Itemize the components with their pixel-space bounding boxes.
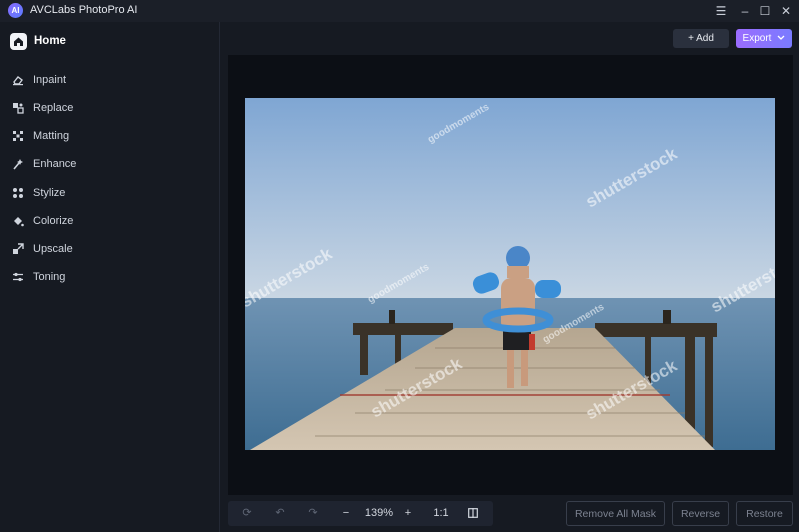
- export-button[interactable]: Export: [736, 29, 792, 48]
- sidebar-item-label: Colorize: [33, 215, 74, 227]
- sidebar-item-label: Enhance: [33, 158, 77, 170]
- sidebar-item-home[interactable]: Home: [10, 32, 66, 50]
- sidebar-item-label: Upscale: [33, 243, 73, 255]
- colorize-icon: [12, 215, 24, 227]
- sidebar-item-label: Home: [34, 35, 66, 47]
- sidebar: Home Inpaint Replace Matting Enhance Sty…: [0, 22, 220, 532]
- stylize-icon: [12, 187, 24, 199]
- sidebar-item-enhance[interactable]: Enhance: [12, 156, 76, 172]
- sidebar-item-colorize[interactable]: Colorize: [12, 213, 73, 229]
- reverse-label: Reverse: [680, 507, 721, 520]
- enhance-icon: [12, 158, 24, 170]
- sidebar-item-replace[interactable]: Replace: [12, 100, 73, 116]
- title-bar: AI AVCLabs PhotoPro AI ☰ – ☐ ✕: [0, 0, 799, 22]
- app-logo-icon: AI: [8, 3, 23, 18]
- sidebar-item-label: Inpaint: [33, 74, 67, 86]
- minimize-icon[interactable]: –: [737, 3, 753, 19]
- add-button[interactable]: + Add: [673, 29, 729, 48]
- add-button-label: + Add: [688, 33, 714, 44]
- undo-icon[interactable]: ↶: [271, 501, 289, 526]
- upscale-icon: [12, 243, 24, 255]
- zoom-toolbar: ⟳ ↶ ↷ − 139% + 1:1: [228, 501, 493, 526]
- eraser-icon: [12, 74, 24, 86]
- maximize-icon[interactable]: ☐: [757, 3, 773, 19]
- replace-icon: [12, 102, 24, 114]
- sidebar-item-inpaint[interactable]: Inpaint: [12, 72, 66, 88]
- export-button-label: Export: [742, 33, 772, 44]
- zoom-level: 139%: [364, 507, 394, 519]
- sidebar-item-stylize[interactable]: Stylize: [12, 185, 65, 201]
- remove-all-mask-button[interactable]: Remove All Mask: [566, 501, 665, 526]
- restore-label: Restore: [746, 507, 783, 520]
- sidebar-item-label: Replace: [33, 102, 74, 114]
- sidebar-item-label: Matting: [33, 130, 70, 142]
- restore-button[interactable]: Restore: [736, 501, 793, 526]
- menu-icon[interactable]: ☰: [713, 3, 729, 19]
- zoom-out-icon[interactable]: −: [338, 501, 354, 526]
- photo-preview[interactable]: shutterstock shutterstock shutterstock s…: [245, 98, 775, 450]
- app-title: AVCLabs PhotoPro AI: [30, 4, 138, 16]
- reverse-button[interactable]: Reverse: [672, 501, 729, 526]
- matting-icon: [12, 130, 24, 142]
- sidebar-item-toning[interactable]: Toning: [12, 269, 65, 285]
- sidebar-item-label: Toning: [33, 271, 66, 283]
- zoom-in-icon[interactable]: +: [400, 501, 416, 526]
- sidebar-item-matting[interactable]: Matting: [12, 128, 69, 144]
- close-icon[interactable]: ✕: [778, 3, 794, 19]
- refresh-icon[interactable]: ⟳: [238, 501, 256, 526]
- chevron-down-icon: [777, 33, 785, 44]
- home-icon: [10, 32, 27, 50]
- sidebar-item-upscale[interactable]: Upscale: [12, 241, 73, 257]
- actual-size-button[interactable]: 1:1: [430, 501, 452, 526]
- redo-icon[interactable]: ↷: [304, 501, 322, 526]
- remove-all-mask-label: Remove All Mask: [574, 507, 657, 520]
- toning-icon: [12, 271, 24, 283]
- compare-icon[interactable]: [464, 501, 482, 526]
- sidebar-item-label: Stylize: [33, 187, 66, 199]
